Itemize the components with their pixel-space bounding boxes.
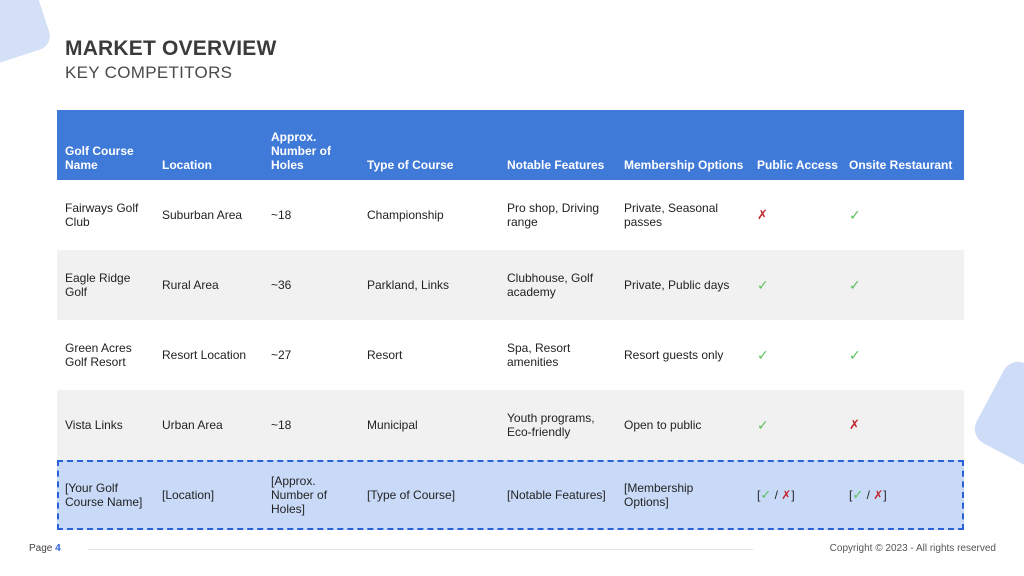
cell-name: Eagle Ridge Golf xyxy=(65,271,131,299)
cell-features: Clubhouse, Golf academy xyxy=(507,271,594,299)
footer-divider xyxy=(88,549,753,550)
cell-location: Urban Area xyxy=(162,418,223,432)
check-icon: ✓ xyxy=(757,276,769,293)
check-icon: ✓ xyxy=(852,487,864,502)
check-or-cross-placeholder: [✓ / ✗] xyxy=(757,487,795,503)
cross-icon: ✗ xyxy=(873,488,884,502)
cell-holes-placeholder: [Approx. Number of Holes] xyxy=(271,474,328,516)
page-label: Page xyxy=(29,543,53,554)
table-row: Eagle Ridge Golf Rural Area ~36 Parkland… xyxy=(57,250,964,320)
cell-location: Resort Location xyxy=(162,348,247,362)
cell-location: Rural Area xyxy=(162,278,219,292)
table-row: Green Acres Golf Resort Resort Location … xyxy=(57,320,964,390)
cross-icon: ✗ xyxy=(781,488,792,502)
cell-name: Green Acres Golf Resort xyxy=(65,341,132,369)
cell-name: Vista Links xyxy=(65,418,123,432)
cell-type: Championship xyxy=(367,208,444,222)
cell-restaurant-placeholder: [✓ / ✗] xyxy=(841,460,964,530)
cell-features: Pro shop, Driving range xyxy=(507,201,600,229)
check-icon: ✓ xyxy=(849,276,861,293)
cell-membership: Resort guests only xyxy=(624,348,724,362)
cell-features-placeholder: [Notable Features] xyxy=(507,488,606,502)
check-icon: ✓ xyxy=(757,416,769,433)
cross-icon: ✗ xyxy=(757,207,768,222)
check-or-cross-placeholder: [✓ / ✗] xyxy=(849,487,887,503)
copyright-text: Copyright © 2023 - All rights reserved xyxy=(829,543,996,554)
cell-holes: ~27 xyxy=(271,348,292,362)
header-golf-course-name: Golf Course Name xyxy=(65,144,134,172)
bracket-close: ] xyxy=(791,488,795,502)
table-header-row: Golf Course Name Location Approx. Number… xyxy=(57,110,964,180)
cell-holes: ~18 xyxy=(271,208,292,222)
cell-type: Resort xyxy=(367,348,403,362)
cell-restaurant: ✓ xyxy=(841,180,964,250)
cell-membership: Private, Public days xyxy=(624,278,730,292)
header-onsite-restaurant: Onsite Restaurant xyxy=(849,158,953,172)
cell-type-placeholder: [Type of Course] xyxy=(367,488,456,502)
cell-type: Parkland, Links xyxy=(367,278,450,292)
cell-membership: Open to public xyxy=(624,418,702,432)
cell-membership: Private, Seasonal passes xyxy=(624,201,719,229)
check-icon: ✓ xyxy=(760,487,772,502)
cell-restaurant: ✓ xyxy=(841,250,964,320)
cell-public-access-placeholder: [✓ / ✗] xyxy=(749,460,841,530)
template-row: [Your Golf Course Name] [Location] [Appr… xyxy=(57,460,964,530)
bracket-close: ] xyxy=(883,488,887,502)
cell-name: Fairways Golf Club xyxy=(65,201,139,229)
decorative-shape-top-left xyxy=(0,0,54,70)
cell-location-placeholder: [Location] xyxy=(162,488,215,502)
cell-features: Spa, Resort amenities xyxy=(507,341,571,369)
decorative-shape-right xyxy=(969,356,1024,478)
cell-type: Municipal xyxy=(367,418,418,432)
cell-restaurant: ✓ xyxy=(841,320,964,390)
cell-public-access: ✗ xyxy=(749,180,841,250)
header-type-of-course: Type of Course xyxy=(367,158,454,172)
check-icon: ✓ xyxy=(849,206,861,223)
cell-holes: ~18 xyxy=(271,418,292,432)
slash-separator: / xyxy=(771,488,782,502)
table-row: Fairways Golf Club Suburban Area ~18 Cha… xyxy=(57,180,964,250)
header-notable-features: Notable Features xyxy=(507,158,605,172)
header-public-access: Public Access xyxy=(757,158,838,172)
cell-restaurant: ✗ xyxy=(841,390,964,460)
cell-holes: ~36 xyxy=(271,278,292,292)
table-row: Vista Links Urban Area ~18 Municipal You… xyxy=(57,390,964,460)
header-membership-options: Membership Options xyxy=(624,158,744,172)
cell-features: Youth programs, Eco-friendly xyxy=(507,411,595,439)
slide-title: MARKET OVERVIEW xyxy=(65,37,277,60)
check-icon: ✓ xyxy=(849,346,861,363)
slide-subtitle: KEY COMPETITORS xyxy=(65,63,233,82)
cell-public-access: ✓ xyxy=(749,320,841,390)
cell-location: Suburban Area xyxy=(162,208,243,222)
cell-membership-placeholder: [Membership Options] xyxy=(624,481,694,509)
cross-icon: ✗ xyxy=(849,417,860,432)
header-number-of-holes: Approx. Number of Holes xyxy=(271,130,331,172)
header-location: Location xyxy=(162,158,212,172)
page-number: 4 xyxy=(55,543,61,554)
cell-public-access: ✓ xyxy=(749,390,841,460)
cell-public-access: ✓ xyxy=(749,250,841,320)
cell-name-placeholder: [Your Golf Course Name] xyxy=(65,481,143,509)
slash-separator: / xyxy=(863,488,874,502)
page-indicator: Page 4 xyxy=(29,543,61,554)
check-icon: ✓ xyxy=(757,346,769,363)
competitors-table: Golf Course Name Location Approx. Number… xyxy=(57,110,964,530)
